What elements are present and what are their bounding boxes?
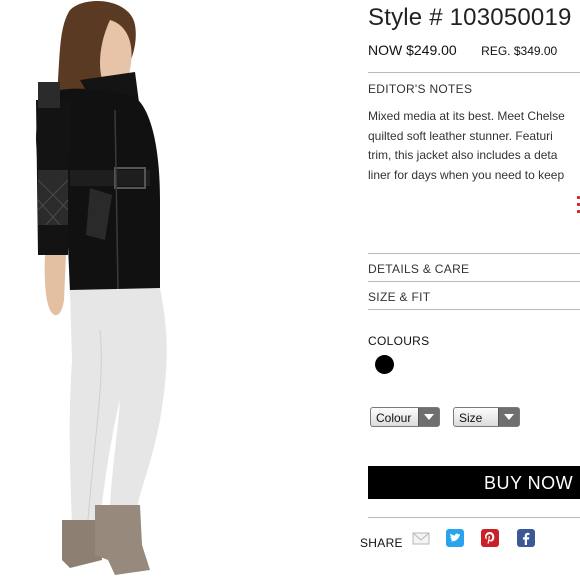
divider <box>368 281 580 282</box>
share-label: SHARE <box>360 536 403 550</box>
product-photo <box>0 0 340 580</box>
size-fit-toggle[interactable]: SIZE & FIT <box>368 290 430 304</box>
divider <box>368 253 580 254</box>
chevron-down-icon <box>498 408 519 426</box>
colour-swatch-black[interactable] <box>375 355 394 374</box>
divider <box>368 72 580 73</box>
model-illustration <box>36 1 167 575</box>
editor-notes-text: Mixed media at its best. Meet Chelse qui… <box>368 107 580 185</box>
pinterest-icon[interactable] <box>481 529 499 547</box>
product-info-panel: Style # 103050019 NOW $249.00 REG. $349.… <box>360 0 580 580</box>
colours-heading: COLOURS <box>368 334 430 348</box>
size-select[interactable]: Size <box>453 407 520 427</box>
divider <box>368 517 580 518</box>
product-title: Style # 103050019 <box>368 4 572 31</box>
size-select-label: Size <box>459 411 483 425</box>
price-row: NOW $249.00 REG. $349.00 <box>368 42 557 60</box>
editor-notes-line: Mixed media at its best. Meet Chelse <box>368 109 565 123</box>
chevron-down-icon <box>418 408 439 426</box>
buy-now-button[interactable]: BUY NOW <box>368 466 580 499</box>
buy-now-label: BUY NOW <box>484 473 574 493</box>
editor-notes-heading: EDITOR'S NOTES <box>368 82 473 96</box>
colour-select[interactable]: Colour <box>370 407 440 427</box>
partial-icon <box>577 196 580 213</box>
divider <box>368 309 580 310</box>
colour-select-label: Colour <box>376 411 412 425</box>
editor-notes-line: liner for days when you need to keep <box>368 167 565 182</box>
details-care-toggle[interactable]: DETAILS & CARE <box>368 262 469 276</box>
facebook-icon[interactable] <box>517 529 535 547</box>
regular-price: REG. $349.00 <box>481 44 558 58</box>
editor-notes-line: quilted soft leather stunner. Featuri <box>368 128 553 143</box>
email-icon[interactable] <box>412 529 430 547</box>
twitter-icon[interactable] <box>446 529 464 547</box>
editor-notes-line: trim, this jacket also includes a deta <box>368 148 558 162</box>
sale-price: NOW $249.00 <box>368 42 457 58</box>
